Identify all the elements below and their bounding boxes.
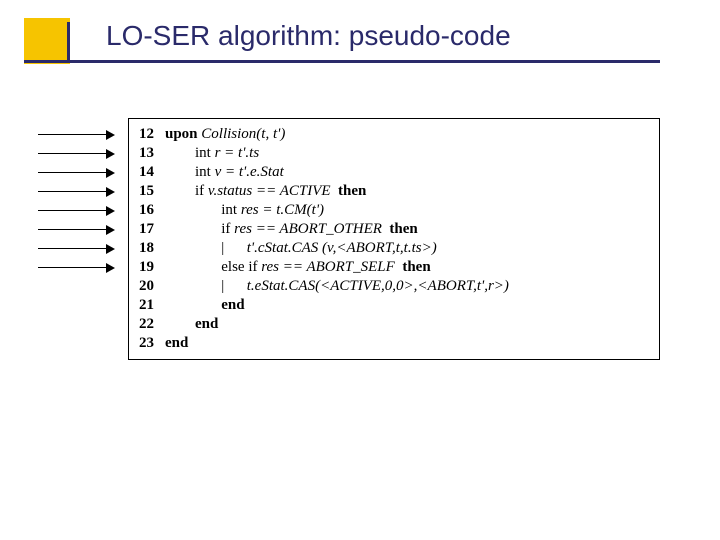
arrow-icon <box>38 259 116 278</box>
code-line-14: 14 int v = t'.e.Stat <box>139 163 649 182</box>
pseudocode-box: 12upon Collision(t, t') 13 int r = t'.ts… <box>128 118 660 360</box>
code-line-19: 19 else if res == ABORT_SELF then <box>139 258 649 277</box>
slide-title: LO-SER algorithm: pseudo-code <box>106 20 511 52</box>
arrow-icon <box>38 145 116 164</box>
code-line-18: 18 | t'.cStat.CAS (v,<ABORT,t,t.ts>) <box>139 239 649 258</box>
arrow-icon <box>38 183 116 202</box>
code-line-15: 15 if v.status == ACTIVE then <box>139 182 649 201</box>
arrow-icon <box>38 164 116 183</box>
decor-rule-vertical <box>67 22 70 62</box>
code-line-20: 20 | t.eStat.CAS(<ACTIVE,0,0>,<ABORT,t',… <box>139 277 649 296</box>
code-line-17: 17 if res == ABORT_OTHER then <box>139 220 649 239</box>
code-line-12: 12upon Collision(t, t') <box>139 125 649 144</box>
decor-rule-horizontal <box>24 60 660 63</box>
arrow-icon <box>38 240 116 259</box>
arrow-icon <box>38 126 116 145</box>
code-line-16: 16 int res = t.CM(t') <box>139 201 649 220</box>
code-line-22: 22 end <box>139 315 649 334</box>
code-line-13: 13 int r = t'.ts <box>139 144 649 163</box>
arrow-icon <box>38 221 116 240</box>
pointer-arrows <box>38 126 116 278</box>
arrow-icon <box>38 202 116 221</box>
decor-square <box>24 18 70 64</box>
code-line-21: 21 end <box>139 296 649 315</box>
code-line-23: 23end <box>139 334 649 353</box>
